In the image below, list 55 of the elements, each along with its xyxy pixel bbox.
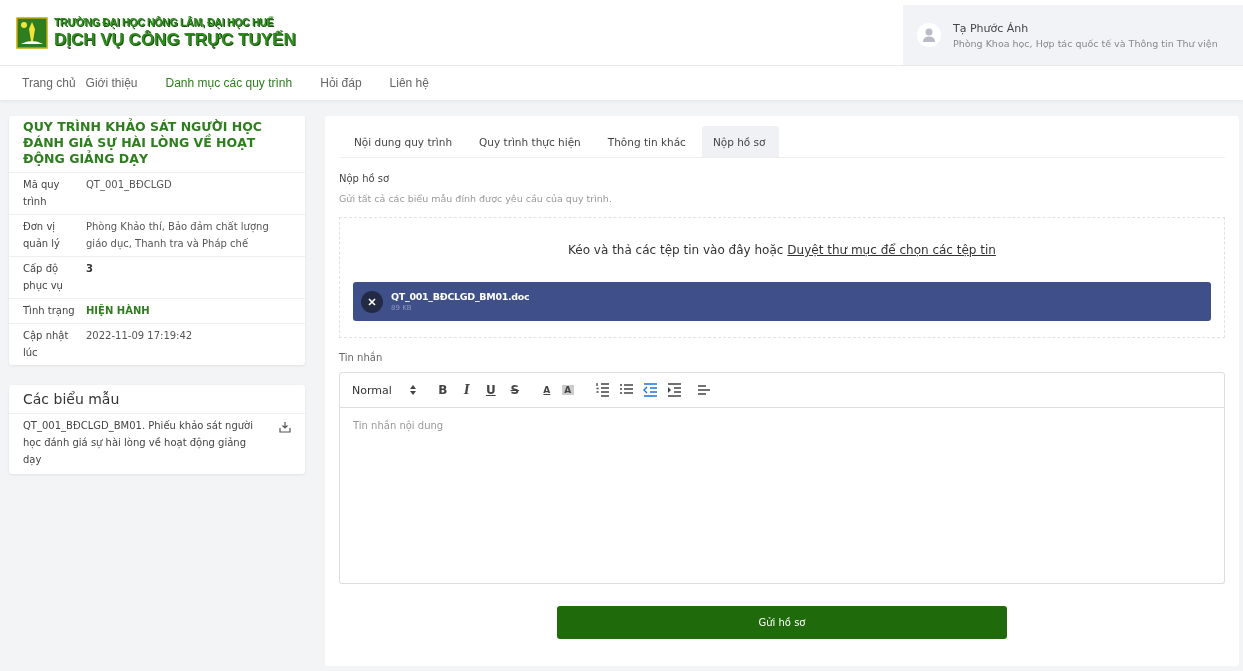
field-label: Mã quy trình: [23, 178, 61, 209]
field-label: Cấp độ phục vụ: [23, 262, 64, 294]
underline-button[interactable]: U: [481, 383, 500, 397]
school-name: TRƯỜNG ĐẠI HỌC NÔNG LÂM, ĐẠI HỌC HUẾ: [54, 15, 274, 28]
ordered-list-icon: [595, 382, 611, 398]
browse-link[interactable]: Duyệt thư mục để chọn các tệp tin: [787, 243, 996, 257]
outdent-icon: [643, 382, 659, 398]
message-input[interactable]: Tin nhắn nội dung: [339, 408, 1225, 584]
download-icon[interactable]: [279, 421, 291, 433]
logo-icon: [16, 16, 48, 49]
bold-button[interactable]: B: [433, 383, 452, 397]
field-label: Đơn vị quản lý: [23, 220, 62, 251]
status-value: HIỆN HÀNH: [86, 303, 150, 318]
format-value: Normal: [352, 383, 392, 397]
strikethrough-button[interactable]: S: [505, 383, 524, 397]
field-value: 3: [86, 262, 93, 276]
field-label: Cập nhật lúc: [23, 329, 70, 360]
submit-button[interactable]: Gửi hồ sơ: [557, 606, 1007, 639]
remove-file-button[interactable]: [361, 290, 383, 313]
tab[interactable]: Nội dung quy trình: [343, 126, 467, 157]
field-value: QT_001_BĐCLGD: [86, 178, 172, 193]
numbered-list-button[interactable]: [593, 382, 612, 398]
text-color-button[interactable]: A: [537, 385, 556, 395]
tab[interactable]: Nộp hồ sơ: [701, 126, 780, 157]
dropzone-text: Kéo và thả các tệp tin vào đây hoặc: [568, 243, 784, 257]
user-name: Tạ Phước Ánh: [953, 21, 1030, 35]
process-title: QUY TRÌNH KHẢO SÁT NGƯỜI HỌC ĐÁNH GIÁ SỰ HÀI LÒNG VỀ HOẠT ĐỘNG GIẢNG DẠY: [9, 116, 305, 173]
close-icon: [368, 297, 376, 306]
user-department: Phòng Khoa học, Hợp tác quốc tế và Thông tin Thư viện: [953, 37, 1218, 49]
field-value: 2022-11-09 17:19:42: [86, 329, 193, 343]
avatar-icon: [917, 23, 941, 47]
indent-button[interactable]: [665, 382, 684, 398]
field-value: Phòng Khảo thí, Bảo đảm chất lượng giáo dục, Thanh tra và Pháp chế: [86, 220, 270, 251]
message-label: Tin nhắn: [339, 352, 384, 363]
italic-button[interactable]: I: [457, 383, 476, 397]
forms-title: Các biểu mẫu: [9, 385, 305, 414]
nav-link[interactable]: Trang chủ: [22, 76, 76, 90]
section-description: Gửi tất cả các biểu mẫu đính được yêu cầu của quy trình.: [339, 193, 613, 204]
outdent-button[interactable]: [641, 382, 660, 398]
nav-link[interactable]: Giới thiệu: [85, 76, 138, 90]
field-label: Tình trạng: [23, 304, 75, 319]
nav-link[interactable]: Liên hệ: [389, 76, 429, 90]
nav-link[interactable]: Danh mục các quy trình: [165, 76, 293, 90]
file-name: QT_001_BĐCLGD_BM01.doc: [391, 291, 530, 302]
align-icon: [697, 382, 713, 398]
tab[interactable]: Thông tin khác: [596, 126, 700, 157]
site-title: DỊCH VỤ CÔNG TRỰC TUYẾN: [54, 29, 296, 50]
tab[interactable]: Quy trình thực hiện: [468, 126, 595, 157]
highlight-button[interactable]: A: [561, 385, 574, 395]
section-heading: Nộp hồ sơ: [339, 173, 391, 184]
format-select[interactable]: Normal: [352, 383, 416, 397]
updown-icon: [409, 385, 416, 395]
indent-icon: [667, 382, 683, 398]
nav-link[interactable]: Hỏi đáp: [320, 76, 362, 90]
form-name: QT_001_BĐCLGD_BM01. Phiếu khảo sát người học đánh giá sự hài lòng về hoạt động giảng dạy: [23, 419, 254, 467]
